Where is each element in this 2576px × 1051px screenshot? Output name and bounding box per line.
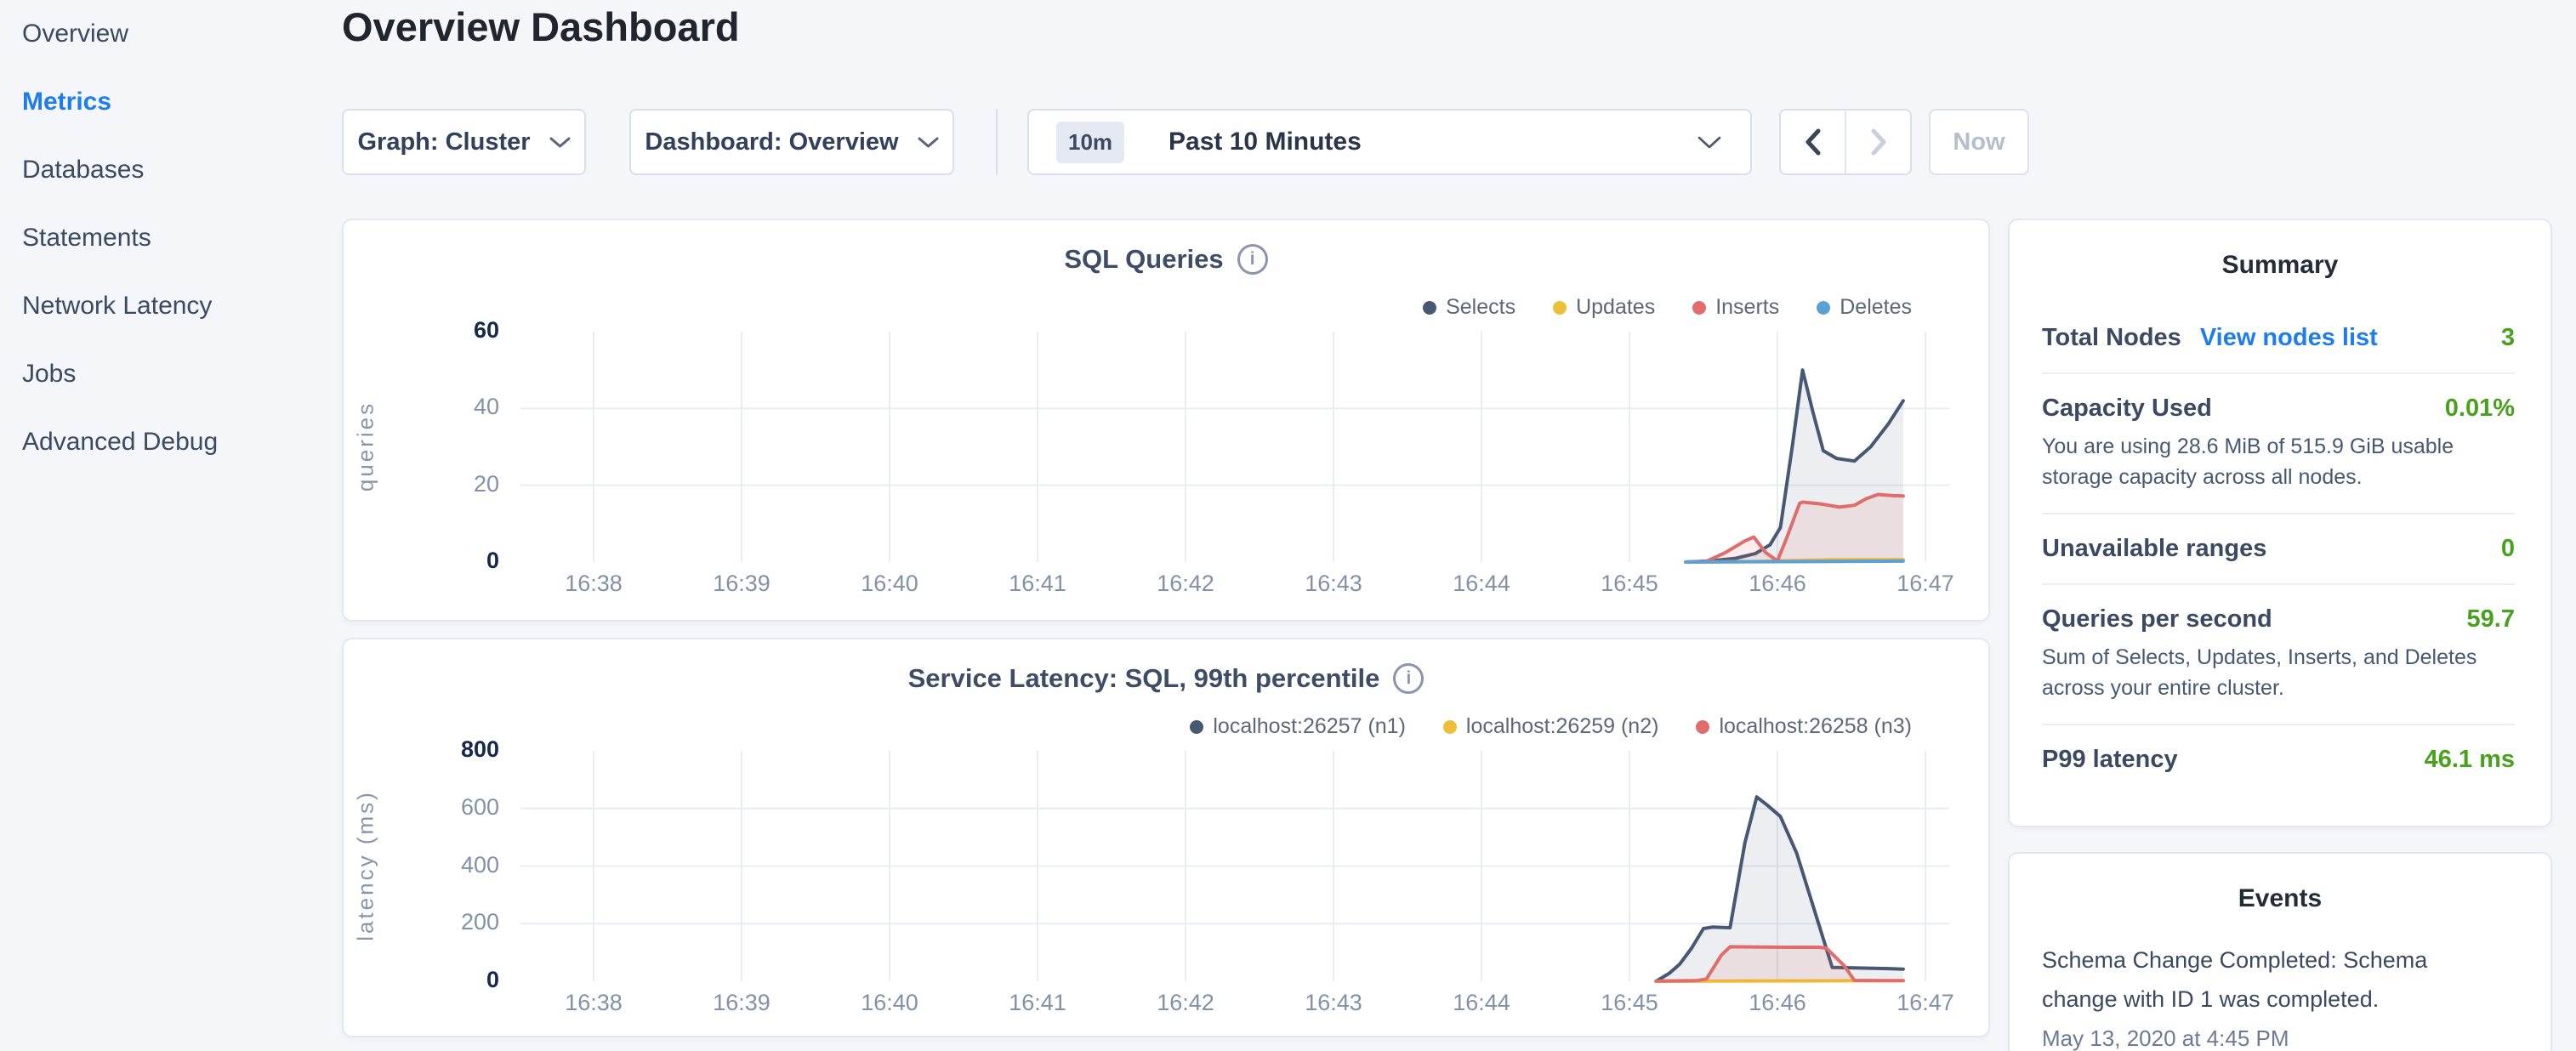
sidebar-item-metrics[interactable]: Metrics xyxy=(0,68,342,136)
sidebar-item-statements[interactable]: Statements xyxy=(0,204,342,272)
sidebar-item-jobs[interactable]: Jobs xyxy=(0,340,342,408)
time-step-buttons xyxy=(1779,109,1912,175)
chevron-down-icon xyxy=(549,136,571,149)
summary-label: Unavailable ranges xyxy=(2042,535,2266,563)
toolbar-divider xyxy=(996,109,998,175)
summary-description: Sum of Selects, Updates, Inserts, and De… xyxy=(2042,642,2515,703)
summary-row-p99-latency: P99 latency 46.1 ms xyxy=(2042,724,2515,794)
sidebar-item-overview[interactable]: Overview xyxy=(0,0,342,68)
summary-row-head: Unavailable ranges 0 xyxy=(2042,535,2515,563)
summary-row-unavailable-ranges: Unavailable ranges 0 xyxy=(2042,513,2515,583)
chart-plot-area[interactable] xyxy=(344,220,1992,623)
event-text: Schema Change Completed: Schema change w… xyxy=(2042,940,2471,1019)
time-range-dropdown[interactable]: 10m Past 10 Minutes xyxy=(1027,109,1752,175)
chevron-down-icon xyxy=(918,136,939,149)
chevron-left-icon xyxy=(1805,128,1822,156)
events-title: Events xyxy=(2010,884,2550,913)
summary-link[interactable]: View nodes list xyxy=(2200,324,2378,352)
summary-row-head: P99 latency 46.1 ms xyxy=(2042,746,2515,774)
series-deletes-line xyxy=(1686,561,1903,562)
summary-row-capacity-used: Capacity Used 0.01% You are using 28.6 MiB… xyxy=(2042,372,2515,513)
dashboard-dropdown-label: Dashboard: Overview xyxy=(645,128,898,156)
summary-row-queries-per-second: Queries per second 59.7 Sum of Selects, Up… xyxy=(2042,583,2515,724)
summary-value: 46.1 ms xyxy=(2425,746,2515,774)
summary-label: Queries per second xyxy=(2042,605,2272,633)
chevron-down-icon xyxy=(1697,135,1721,150)
summary-label: Total Nodes xyxy=(2042,324,2181,352)
event-list: Schema Change Completed: Schema change w… xyxy=(2042,940,2515,1051)
sql-queries-chart-card: SQL QueriesiSelectsUpdatesInsertsDeletes… xyxy=(342,219,1990,622)
summary-label: P99 latency xyxy=(2042,746,2178,774)
summary-value: 0.01% xyxy=(2445,395,2515,423)
sidebar: OverviewMetricsDatabasesStatementsNetwor… xyxy=(0,0,342,1051)
prev-time-button[interactable] xyxy=(1781,111,1846,173)
event-item: Schema Change Completed: Schema change w… xyxy=(2042,940,2515,1051)
summary-description: You are using 28.6 MiB of 515.9 GiB usab… xyxy=(2042,431,2515,492)
chart-plot-area[interactable] xyxy=(344,639,1992,1039)
sidebar-item-advanced-debug[interactable]: Advanced Debug xyxy=(0,408,342,476)
graph-dropdown[interactable]: Graph: Cluster xyxy=(342,109,586,175)
graph-dropdown-label: Graph: Cluster xyxy=(357,128,530,156)
gridlines xyxy=(520,332,1949,562)
summary-value: 0 xyxy=(2501,535,2515,563)
summary-row-total-nodes: Total Nodes View nodes list 3 xyxy=(2042,304,2515,372)
summary-row-head: Total Nodes View nodes list 3 xyxy=(2042,324,2515,352)
page: OverviewMetricsDatabasesStatementsNetwor… xyxy=(0,0,2576,1051)
dashboard-dropdown[interactable]: Dashboard: Overview xyxy=(629,109,954,175)
summary-title: Summary xyxy=(2010,251,2550,280)
time-range-label: Past 10 Minutes xyxy=(1169,128,1362,156)
page-title: Overview Dashboard xyxy=(342,3,740,50)
time-range-badge: 10m xyxy=(1056,122,1124,163)
summary-row-head: Queries per second 59.7 xyxy=(2042,605,2515,633)
summary-value: 59.7 xyxy=(2467,605,2515,633)
chevron-right-icon xyxy=(1870,128,1887,156)
now-button[interactable]: Now xyxy=(1929,109,2029,175)
next-time-button[interactable] xyxy=(1846,111,1910,173)
sidebar-item-network-latency[interactable]: Network Latency xyxy=(0,272,342,340)
summary-row-head: Capacity Used 0.01% xyxy=(2042,395,2515,423)
events-panel: Events Schema Change Completed: Schema c… xyxy=(2008,852,2552,1051)
summary-panel: Summary Total Nodes View nodes list 3 Capac… xyxy=(2008,219,2552,827)
service-latency-chart-card: Service Latency: SQL, 99th percentileilo… xyxy=(342,638,1990,1037)
summary-rows: Total Nodes View nodes list 3 Capacity Used… xyxy=(2042,304,2515,794)
summary-label: Capacity Used xyxy=(2042,395,2212,423)
sidebar-item-databases[interactable]: Databases xyxy=(0,136,342,204)
summary-value: 3 xyxy=(2501,324,2515,352)
event-timestamp: May 13, 2020 at 4:45 PM xyxy=(2042,1025,2515,1051)
